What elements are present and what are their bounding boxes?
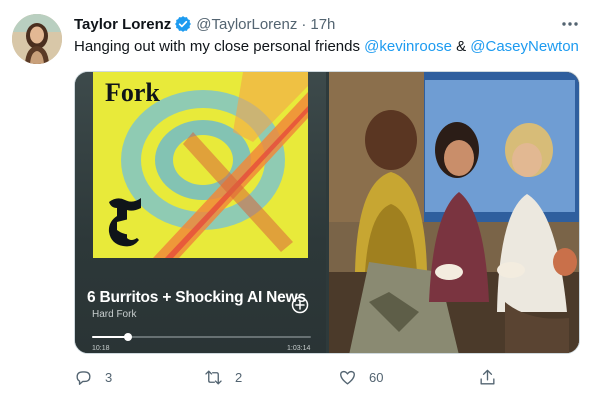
separator-dot: · xyxy=(301,15,307,33)
heart-icon xyxy=(340,370,355,385)
reply-button[interactable]: 3 xyxy=(74,364,112,390)
show-name: Hard Fork xyxy=(92,309,137,320)
friends-photo-graphic xyxy=(329,72,579,353)
tweet-header: Taylor Lorenz @TaylorLorenz · 17h xyxy=(74,14,335,34)
podcast-logo-text: Fork xyxy=(105,78,160,107)
like-count: 60 xyxy=(369,369,384,385)
retweet-icon xyxy=(205,369,222,385)
avatar-image xyxy=(12,14,62,64)
author-handle[interactable]: @TaylorLorenz xyxy=(196,16,297,33)
episode-title: 6 Burritos + Shocking AI News xyxy=(87,289,306,306)
progress-bar[interactable] xyxy=(92,333,311,341)
progress-handle[interactable] xyxy=(123,333,132,341)
podcast-player-image[interactable]: Fork 6 Burritos + Shocking AI News Hard … xyxy=(75,72,326,353)
retweet-count: 2 xyxy=(235,369,243,385)
media-grid[interactable]: Fork 6 Burritos + Shocking AI News Hard … xyxy=(74,71,580,354)
tweet-actions: 3 2 60 xyxy=(74,364,504,390)
elapsed-time: 10:18 xyxy=(92,345,110,352)
reply-count: 3 xyxy=(105,369,113,385)
more-dots-icon xyxy=(562,22,578,26)
retweet-button[interactable]: 2 xyxy=(204,364,242,390)
tweet-text-part: Hanging out with my close personal frien… xyxy=(74,38,365,55)
reply-icon xyxy=(76,370,91,385)
more-options-button[interactable] xyxy=(558,14,582,34)
plus-circle-icon[interactable] xyxy=(291,296,309,314)
progress-fill xyxy=(92,336,128,338)
like-button[interactable]: 60 xyxy=(338,364,383,390)
share-icon xyxy=(480,369,495,385)
verified-badge-icon xyxy=(175,16,192,32)
author-name[interactable]: Taylor Lorenz xyxy=(74,16,171,33)
share-button[interactable] xyxy=(478,364,497,390)
timestamp[interactable]: 17h xyxy=(310,16,335,33)
total-time: 1:03:14 xyxy=(287,345,311,352)
avatar[interactable] xyxy=(12,14,62,64)
tweet-text: Hanging out with my close personal frien… xyxy=(74,38,579,55)
mention-link[interactable]: @kevinroose xyxy=(364,38,452,55)
tweet[interactable]: Taylor Lorenz @TaylorLorenz · 17h Hangin… xyxy=(0,0,614,404)
podcast-cover-art: Fork xyxy=(93,72,308,258)
mention-link[interactable]: @CaseyNewton xyxy=(470,38,579,55)
tweet-text-part: & xyxy=(451,38,471,55)
friends-photo[interactable] xyxy=(329,72,579,353)
nyt-logo-icon xyxy=(108,198,141,247)
